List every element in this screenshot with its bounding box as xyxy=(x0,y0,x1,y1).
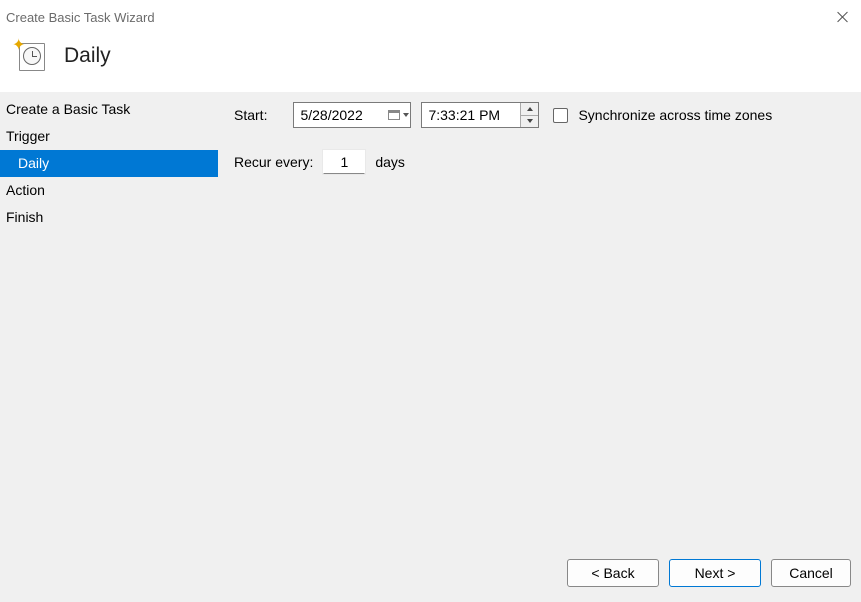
recur-row: Recur every: 1 days xyxy=(234,150,845,174)
sync-timezones-checkbox[interactable] xyxy=(553,108,568,123)
sync-timezones-label: Synchronize across time zones xyxy=(578,107,772,123)
time-spinner[interactable] xyxy=(520,103,538,127)
wizard-footer: < Back Next > Cancel xyxy=(0,554,861,602)
wizard-content: Start: 5/28/2022 7:33:21 PM Synchronize … xyxy=(218,92,861,558)
recur-days-input[interactable]: 1 xyxy=(323,150,365,174)
titlebar: Create Basic Task Wizard xyxy=(0,0,861,32)
sidebar-item-finish[interactable]: Finish xyxy=(0,204,218,231)
sidebar-item-trigger[interactable]: Trigger xyxy=(0,123,218,150)
start-date-input[interactable]: 5/28/2022 xyxy=(293,102,411,128)
sidebar-item-daily[interactable]: Daily xyxy=(0,150,218,177)
wizard-sidebar: Create a Basic Task Trigger Daily Action… xyxy=(0,92,218,558)
spinner-up-icon[interactable] xyxy=(521,103,538,116)
start-date-value: 5/28/2022 xyxy=(300,107,362,123)
cancel-button[interactable]: Cancel xyxy=(771,559,851,587)
page-title: Daily xyxy=(64,44,111,68)
calendar-dropdown-icon[interactable] xyxy=(386,103,410,127)
recur-unit-label: days xyxy=(375,154,405,170)
next-button[interactable]: Next > xyxy=(669,559,761,587)
wizard-body: Create a Basic Task Trigger Daily Action… xyxy=(0,92,861,558)
close-icon[interactable] xyxy=(837,11,849,23)
start-label: Start: xyxy=(234,107,267,123)
sidebar-item-action[interactable]: Action xyxy=(0,177,218,204)
sidebar-item-create-basic-task[interactable]: Create a Basic Task xyxy=(0,96,218,123)
spinner-down-icon[interactable] xyxy=(521,116,538,128)
start-time-value: 7:33:21 PM xyxy=(428,107,500,123)
wizard-header: ✦ Daily xyxy=(0,32,861,92)
back-button[interactable]: < Back xyxy=(567,559,659,587)
window-title: Create Basic Task Wizard xyxy=(6,8,155,25)
start-row: Start: 5/28/2022 7:33:21 PM Synchronize … xyxy=(234,102,845,128)
recur-label: Recur every: xyxy=(234,154,313,170)
wizard-icon: ✦ xyxy=(12,38,48,74)
start-time-input[interactable]: 7:33:21 PM xyxy=(421,102,539,128)
